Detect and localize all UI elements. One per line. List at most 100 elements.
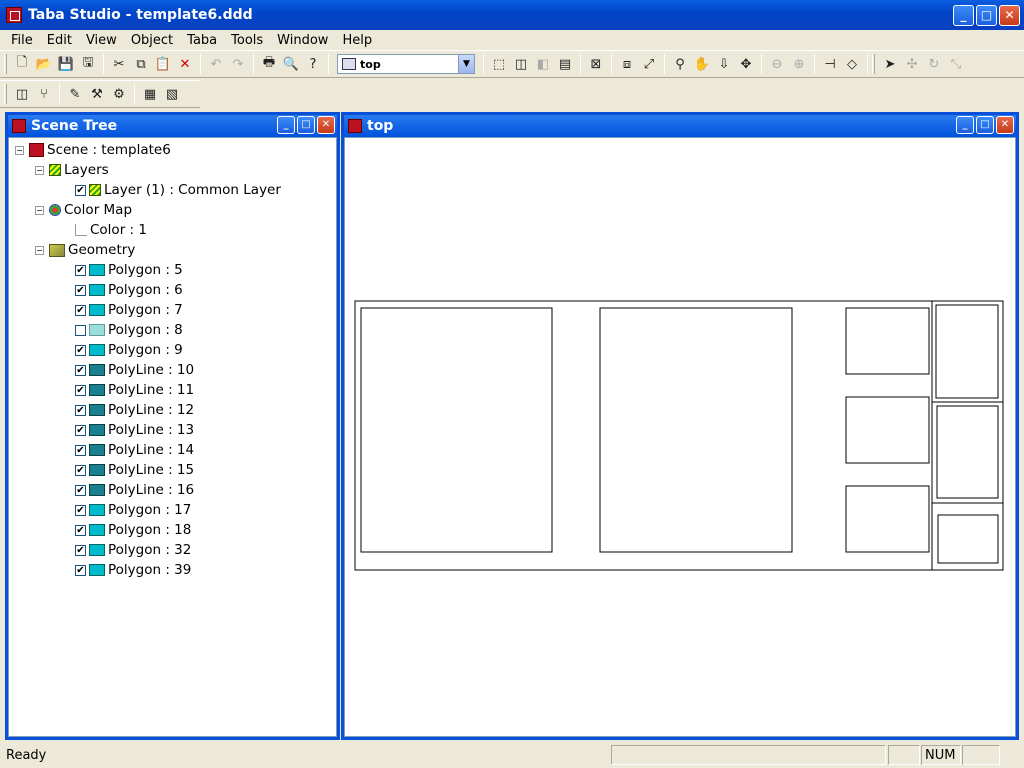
polygon-shape[interactable] [936, 405, 999, 499]
geometry-checkbox[interactable]: ✔ [75, 384, 86, 396]
properties-icon[interactable]: ⚙ [108, 83, 130, 105]
scene-tree-titlebar[interactable]: Scene Tree _ □ ✕ [8, 115, 337, 137]
collapse-icon[interactable]: − [15, 145, 24, 155]
chevron-down-icon[interactable]: ▼ [458, 55, 474, 73]
scene-tree[interactable]: − Scene : template6 − Layers ✔ Layer (1)… [8, 137, 337, 737]
geometry-item[interactable]: ✔ Polygon : 7 [9, 300, 336, 320]
geometry-checkbox[interactable]: ✔ [75, 364, 86, 376]
panel-icon[interactable]: ◫ [11, 83, 33, 105]
help-icon[interactable]: ? [302, 53, 324, 75]
panel-close-button[interactable]: ✕ [996, 116, 1014, 134]
geometry-checkbox[interactable]: ✔ [75, 544, 86, 556]
geometry-item[interactable]: ✔ PolyLine : 14 [9, 440, 336, 460]
geometry-checkbox[interactable]: ✔ [75, 284, 86, 296]
move-down-icon[interactable]: ⇩ [713, 53, 735, 75]
cut-icon[interactable]: ✂ [108, 53, 130, 75]
menu-taba[interactable]: Taba [180, 33, 224, 48]
menu-tools[interactable]: Tools [224, 33, 270, 48]
panel-maximize-button[interactable]: □ [297, 116, 315, 134]
library-icon[interactable]: ▧ [161, 83, 183, 105]
menu-help[interactable]: Help [335, 33, 379, 48]
polygon-shape[interactable] [599, 307, 793, 553]
geometry-item[interactable]: Polygon : 8 [9, 320, 336, 340]
save-icon[interactable]: 💾 [55, 53, 77, 75]
top-viewport[interactable] [344, 137, 1016, 737]
layer-checkbox[interactable]: ✔ [75, 184, 86, 196]
toolbar-grip[interactable] [4, 84, 7, 104]
copy-icon[interactable]: ⧉ [130, 53, 152, 75]
panel-maximize-button[interactable]: □ [976, 116, 994, 134]
collapse-icon[interactable]: − [35, 245, 44, 255]
panel-minimize-button[interactable]: _ [956, 116, 974, 134]
scale-tool-icon[interactable]: ⤡ [945, 53, 967, 75]
tree-geometry[interactable]: − Geometry [9, 240, 336, 260]
delete-icon[interactable]: ✕ [174, 53, 196, 75]
geometry-item[interactable]: ✔ PolyLine : 16 [9, 480, 336, 500]
geometry-checkbox[interactable]: ✔ [75, 564, 86, 576]
open-folder-icon[interactable]: 📂 [33, 53, 55, 75]
tree-icon[interactable]: ⑂ [33, 83, 55, 105]
flip-icon[interactable]: ◇ [841, 53, 863, 75]
geometry-item[interactable]: ✔ Polygon : 17 [9, 500, 336, 520]
geometry-item[interactable]: ✔ Polygon : 39 [9, 560, 336, 580]
rotate-tool-icon[interactable]: ↻ [923, 53, 945, 75]
geometry-checkbox[interactable]: ✔ [75, 264, 86, 276]
layer-view-icon[interactable]: ▤ [554, 53, 576, 75]
geometry-checkbox[interactable]: ✔ [75, 464, 86, 476]
window-icon[interactable]: ⧈ [616, 53, 638, 75]
menu-view[interactable]: View [79, 33, 124, 48]
fit-view-icon[interactable]: ⊠ [585, 53, 607, 75]
geometry-checkbox[interactable]: ✔ [75, 404, 86, 416]
view-select[interactable]: top ▼ [337, 54, 475, 74]
select-arrow-icon[interactable]: ➤ [879, 53, 901, 75]
polygon-shape[interactable] [845, 396, 930, 464]
geometry-item[interactable]: ✔ Polygon : 5 [9, 260, 336, 280]
toolbar-grip[interactable] [4, 54, 7, 74]
geometry-checkbox[interactable]: ✔ [75, 344, 86, 356]
geometry-item[interactable]: ✔ Polygon : 9 [9, 340, 336, 360]
geometry-checkbox[interactable]: ✔ [75, 304, 86, 316]
new-file-icon[interactable]: 🗋 [11, 53, 33, 75]
polygon-shape[interactable] [845, 307, 930, 375]
tools-icon[interactable]: ⚒ [86, 83, 108, 105]
collapse-icon[interactable]: − [35, 205, 44, 215]
polygon-shape[interactable] [845, 485, 930, 553]
paste-icon[interactable]: 📋 [152, 53, 174, 75]
redo-icon[interactable]: ↷ [227, 53, 249, 75]
menu-window[interactable]: Window [270, 33, 335, 48]
viewport-canvas[interactable] [345, 138, 1017, 738]
zoom-icon[interactable]: ⚲ [669, 53, 691, 75]
move-all-icon[interactable]: ✥ [735, 53, 757, 75]
menu-file[interactable]: File [4, 33, 40, 48]
shaded-view-icon[interactable]: ◫ [510, 53, 532, 75]
geometry-checkbox[interactable] [75, 324, 86, 336]
outer-frame[interactable] [354, 300, 1004, 571]
tree-layers[interactable]: − Layers [9, 160, 336, 180]
geometry-item[interactable]: ✔ Polygon : 6 [9, 280, 336, 300]
menu-object[interactable]: Object [124, 33, 180, 48]
geometry-checkbox[interactable]: ✔ [75, 504, 86, 516]
minimize-button[interactable]: _ [953, 5, 974, 26]
geometry-checkbox[interactable]: ✔ [75, 524, 86, 536]
geometry-item[interactable]: ✔ PolyLine : 11 [9, 380, 336, 400]
geometry-item[interactable]: ✔ Polygon : 32 [9, 540, 336, 560]
polygon-shape[interactable] [360, 307, 553, 553]
polygon-shape[interactable] [937, 514, 999, 564]
panel-close-button[interactable]: ✕ [317, 116, 335, 134]
geometry-checkbox[interactable]: ✔ [75, 484, 86, 496]
geometry-checkbox[interactable]: ✔ [75, 424, 86, 436]
geometry-checkbox[interactable]: ✔ [75, 444, 86, 456]
collapse-icon[interactable]: − [35, 165, 44, 175]
top-view-titlebar[interactable]: top _ □ ✕ [344, 115, 1016, 137]
move-tool-icon[interactable]: ✣ [901, 53, 923, 75]
print-icon[interactable]: 🖶 [258, 53, 280, 75]
print-preview-icon[interactable]: 🔍 [280, 53, 302, 75]
polygon-shape[interactable] [935, 304, 999, 399]
pin-icon[interactable]: ⊣ [819, 53, 841, 75]
zoom-next-icon[interactable]: ⊕ [788, 53, 810, 75]
geometry-item[interactable]: ✔ PolyLine : 15 [9, 460, 336, 480]
zoom-prev-icon[interactable]: ⊖ [766, 53, 788, 75]
tree-layer-item[interactable]: ✔ Layer (1) : Common Layer [9, 180, 336, 200]
save-all-icon[interactable]: 🖫 [77, 53, 99, 75]
tree-color-item[interactable]: Color : 1 [9, 220, 336, 240]
